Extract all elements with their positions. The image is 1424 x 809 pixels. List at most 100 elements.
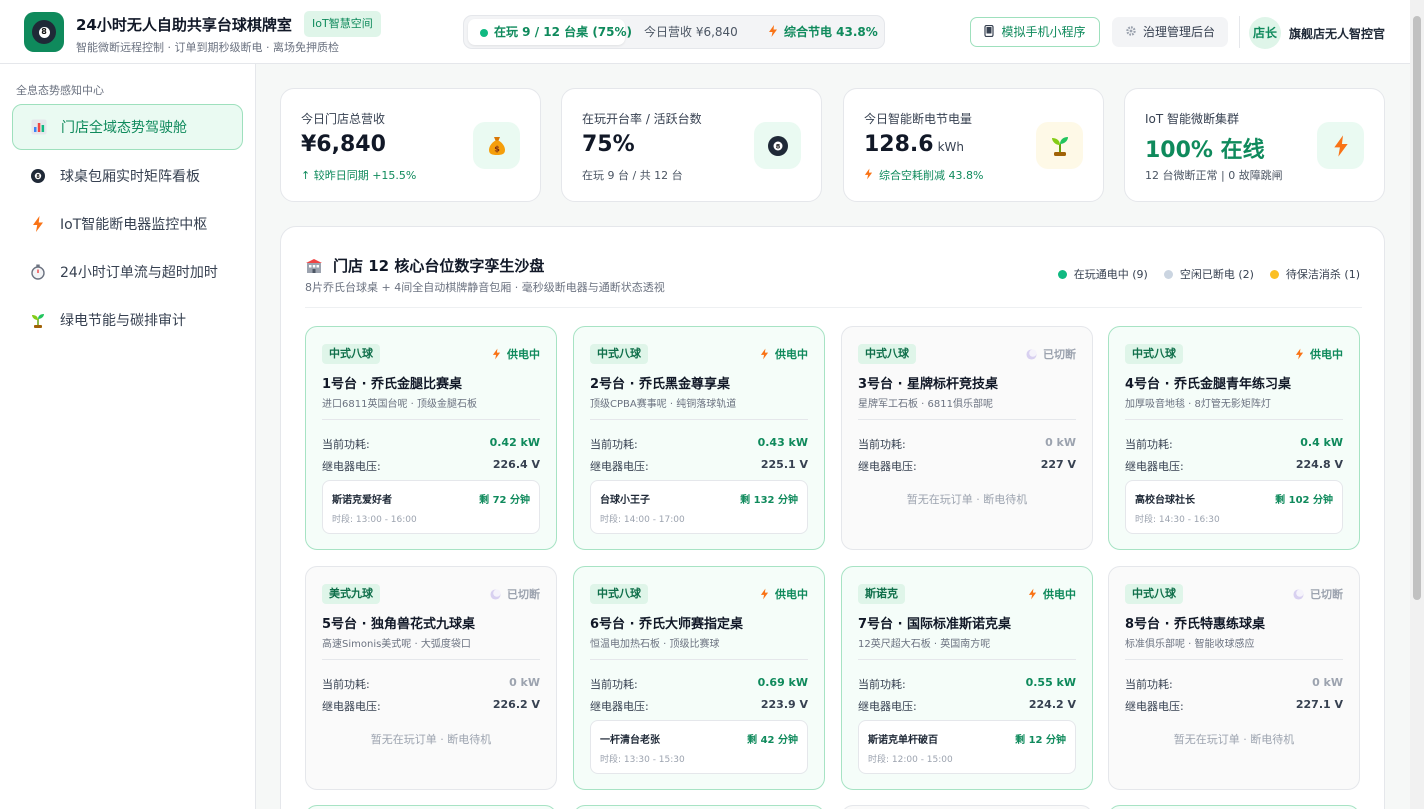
table-card[interactable]: 中式八球 供电中 1号台 · 乔氏金腿比赛桌 进口6811英国台呢 · 顶级金腿石板当… (305, 326, 557, 550)
lightning-icon (769, 25, 777, 37)
table-card[interactable] (1108, 805, 1360, 809)
voltage-value: 226.4 V (492, 458, 540, 471)
sidebar-item-iot-monitor[interactable]: IoT智能断电器监控中枢 (12, 201, 243, 247)
active-order[interactable]: 斯诺克单杆破百 剩 12 分钟 时段: 12:00 - 15:00 (858, 720, 1076, 774)
table-name: 6号台 · 乔氏大师赛指定桌 (590, 617, 744, 632)
billiard-ball-icon: 8 (754, 122, 801, 169)
voltage-value: 223.9 V (760, 698, 808, 711)
card-divider (322, 659, 540, 660)
sidebar-item-table-matrix[interactable]: 8 球桌包厢实时矩阵看板 (12, 153, 243, 199)
table-card[interactable]: 中式八球 已切断 3号台 · 星牌标杆竞技桌 星牌军工石板 · 6811俱乐部呢 当前功… (841, 326, 1093, 550)
table-category: 中式八球 (1125, 344, 1183, 364)
power-row: 当前功耗: 0.4 kW (1125, 436, 1343, 452)
status-revenue[interactable]: 今日营收 ¥6,840 (644, 19, 738, 45)
stat-value: ¥6,840 (301, 132, 386, 157)
power-row: 当前功耗: 0.42 kW (322, 436, 540, 452)
sidebar-item-orders[interactable]: 24小时订单流与超时加时 (12, 249, 243, 295)
voltage-row: 继电器电压: 226.2 V (322, 698, 540, 714)
power-value: 0.42 kW (489, 436, 540, 449)
table-card[interactable]: 中式八球 供电中 6号台 · 乔氏大师赛指定桌 恒温电加热石板 · 顶级比赛球 当前功耗… (573, 566, 825, 790)
table-card[interactable]: 中式八球 供电中 4号台 · 乔氏金腿青年练习桌 加厚吸音地毯 · 8灯管无影矩阵灯当… (1108, 326, 1360, 550)
sidebar-item-label: IoT智能断电器监控中枢 (60, 217, 208, 233)
lightning-icon (1317, 122, 1364, 169)
lightning-icon (1295, 348, 1304, 360)
power-row: 当前功耗: 0 kW (322, 676, 540, 692)
stopwatch-icon (27, 261, 49, 283)
stat-sub-text: 综合空耗削减 43.8% (879, 169, 984, 182)
table-card[interactable]: 斯诺克 供电中 7号台 · 国际标准斯诺克桌 12英尺超大石板 · 英国南方呢 当前功耗… (841, 566, 1093, 790)
stat-card-iot-cluster: IoT 智能微断集群 100% 在线 12 台微断正常 | 0 故障跳闸 (1124, 88, 1385, 202)
voltage-row: 继电器电压: 223.9 V (590, 698, 808, 714)
active-order[interactable]: 台球小王子 剩 132 分钟 时段: 14:00 - 17:00 (590, 480, 808, 534)
building-icon (305, 258, 323, 274)
avatar[interactable]: 店长 (1249, 17, 1281, 49)
power-state-label: 已切断 (1043, 348, 1076, 361)
table-card[interactable] (841, 805, 1093, 809)
table-card[interactable] (305, 805, 557, 809)
power-state-label: 已切断 (507, 588, 540, 601)
svg-text:8: 8 (775, 142, 780, 150)
user-name[interactable]: 旗舰店无人智控官 (1289, 25, 1385, 42)
voltage-row: 继电器电压: 224.2 V (858, 698, 1076, 714)
sidebar-item-green-energy[interactable]: 绿电节能与碳排审计 (12, 297, 243, 343)
power-row: 当前功耗: 0.55 kW (858, 676, 1076, 692)
card-divider (858, 659, 1076, 660)
sidebar-item-dashboard[interactable]: 门店全域态势驾驶舱 (12, 104, 243, 150)
voltage-value: 227.1 V (1295, 698, 1343, 711)
table-card[interactable]: 中式八球 已切断 8号台 · 乔氏特惠练球桌 标准俱乐部呢 · 智能收球感应 当前功耗:… (1108, 566, 1360, 790)
power-state: 已切断 (490, 586, 540, 602)
order-remaining: 剩 72 分钟 (479, 495, 530, 506)
active-order[interactable]: 一杆清台老张 剩 42 分钟 时段: 13:30 - 15:30 (590, 720, 808, 774)
legend-dot (1269, 269, 1279, 279)
sprout-icon (1036, 122, 1083, 169)
table-category: 中式八球 (590, 584, 648, 604)
table-desc: 高速Simonis美式呢 · 大弧度袋口 (322, 639, 471, 650)
mini-program-label: 模拟手机小程序 (1001, 25, 1086, 39)
sprout-icon (27, 309, 49, 331)
table-name: 7号台 · 国际标准斯诺克桌 (858, 617, 1012, 632)
table-desc: 12英尺超大石板 · 英国南方呢 (858, 639, 991, 650)
power-state: 供电中 (492, 346, 540, 362)
stat-unit: kWh (937, 140, 965, 154)
scrollbar-thumb[interactable] (1413, 16, 1421, 600)
table-card[interactable]: 美式九球 已切断 5号台 · 独角兽花式九球桌 高速Simonis美式呢 · 大弧度袋… (305, 566, 557, 790)
active-order[interactable]: 高校台球社长 剩 102 分钟 时段: 14:30 - 16:30 (1125, 480, 1343, 534)
voltage-value: 226.2 V (492, 698, 540, 711)
card-divider (858, 419, 1076, 420)
live-dot-icon (480, 28, 488, 37)
admin-button[interactable]: 治理管理后台 (1112, 17, 1228, 47)
status-live-segment[interactable]: 在玩 9 / 12 台桌 (75%) (468, 19, 632, 45)
order-remaining: 剩 102 分钟 (1275, 495, 1333, 506)
power-state-label: 供电中 (775, 588, 808, 601)
page-scrollbar[interactable] (1410, 0, 1424, 809)
table-card[interactable] (573, 805, 825, 809)
order-remaining: 剩 12 分钟 (1015, 735, 1066, 746)
mini-program-button[interactable]: 模拟手机小程序 (970, 17, 1100, 47)
active-order[interactable]: 斯诺克爱好者 剩 72 分钟 时段: 13:00 - 16:00 (322, 480, 540, 534)
power-off-icon (490, 588, 501, 600)
voltage-label: 继电器电压: (858, 460, 917, 473)
power-label: 当前功耗: (858, 678, 906, 691)
lightning-icon (27, 213, 49, 235)
top-bar: 8 24小时无人自助共享台球棋牌室 IoT智慧空间 智能微断远程控制 · 订单到… (0, 0, 1410, 64)
lightning-icon (864, 168, 873, 180)
admin-label: 治理管理后台 (1142, 25, 1215, 39)
power-row: 当前功耗: 0.69 kW (590, 676, 808, 692)
voltage-row: 继电器电压: 227.1 V (1125, 698, 1343, 714)
table-card[interactable]: 中式八球 供电中 2号台 · 乔氏黑金尊享桌 顶级CPBA赛事呢 · 纯铜落球轨道 当前… (573, 326, 825, 550)
status-saving[interactable]: 综合节电 43.8% (768, 19, 878, 45)
power-state-label: 已切断 (1310, 588, 1343, 601)
money-bag-icon: $ (473, 122, 520, 169)
billiard-ball-icon: 8 (27, 165, 49, 187)
panel-divider (305, 307, 1362, 308)
stat-sub: 在玩 9 台 / 共 12 台 (582, 169, 683, 182)
status-legend: 在玩通电中 (9) 空闲已断电 (2) 待保洁消杀 (1) (1042, 266, 1360, 282)
card-divider (590, 419, 808, 420)
order-user: 斯诺克单杆破百 (868, 735, 938, 746)
stat-label: 今日门店总营收 (301, 112, 386, 126)
table-category: 斯诺克 (858, 584, 905, 604)
power-label: 当前功耗: (322, 678, 370, 691)
table-name: 3号台 · 星牌标杆竞技桌 (858, 377, 999, 392)
table-name: 4号台 · 乔氏金腿青年练习桌 (1125, 377, 1292, 392)
power-label: 当前功耗: (858, 438, 906, 451)
